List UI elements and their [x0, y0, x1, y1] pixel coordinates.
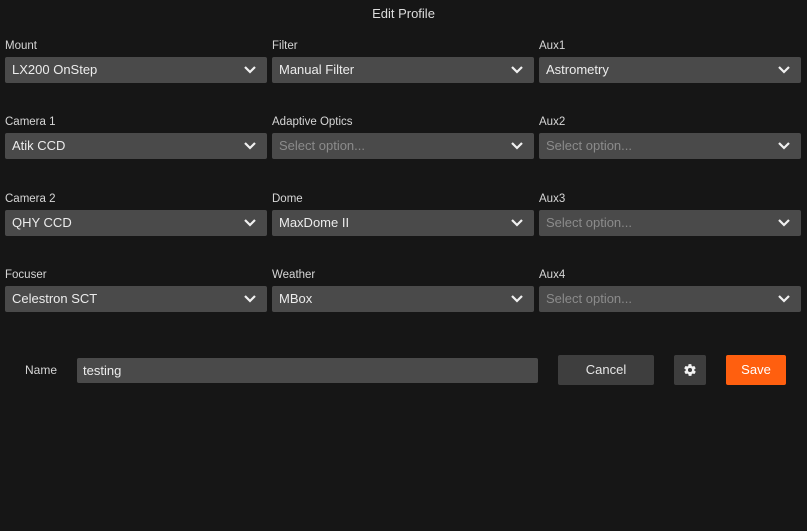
chevron-down-icon: [510, 65, 524, 75]
aux1-field: Aux1 Astrometry: [539, 40, 801, 83]
chevron-down-icon: [777, 294, 791, 304]
adaptive-optics-select[interactable]: Select option...: [272, 133, 534, 159]
save-button[interactable]: Save: [726, 355, 786, 385]
focuser-select-value: Celestron SCT: [12, 291, 98, 306]
dome-field: Dome MaxDome II: [272, 193, 534, 236]
edit-profile-page: Edit Profile Mount LX200 OnStep Camera 1…: [0, 0, 807, 531]
filter-select-value: Manual Filter: [279, 62, 355, 77]
aux4-select[interactable]: Select option...: [539, 286, 801, 312]
aux1-select-value: Astrometry: [546, 62, 609, 77]
focuser-select[interactable]: Celestron SCT: [5, 286, 267, 312]
mount-field: Mount LX200 OnStep: [5, 40, 267, 83]
adaptive-optics-field: Adaptive Optics Select option...: [272, 116, 534, 159]
camera2-select[interactable]: QHY CCD: [5, 210, 267, 236]
filter-select[interactable]: Manual Filter: [272, 57, 534, 83]
aux2-field: Aux2 Select option...: [539, 116, 801, 159]
weather-field: Weather MBox: [272, 269, 534, 312]
aux1-label: Aux1: [539, 40, 566, 52]
adaptive-optics-select-value: Select option...: [279, 138, 365, 153]
weather-label: Weather: [272, 269, 316, 281]
camera1-label: Camera 1: [5, 116, 56, 128]
aux1-select[interactable]: Astrometry: [539, 57, 801, 83]
settings-button[interactable]: [674, 355, 706, 385]
camera1-field: Camera 1 Atik CCD: [5, 116, 267, 159]
aux2-select-value: Select option...: [546, 138, 632, 153]
chevron-down-icon: [777, 141, 791, 151]
weather-select[interactable]: MBox: [272, 286, 534, 312]
page-title: Edit Profile: [372, 6, 435, 21]
mount-select[interactable]: LX200 OnStep: [5, 57, 267, 83]
aux3-label: Aux3: [539, 193, 566, 205]
dome-select-value: MaxDome II: [279, 215, 350, 230]
dome-label: Dome: [272, 193, 303, 205]
weather-select-value: MBox: [279, 291, 313, 306]
aux4-label: Aux4: [539, 269, 566, 281]
gear-icon: [683, 363, 697, 377]
chevron-down-icon: [243, 141, 257, 151]
aux2-label: Aux2: [539, 116, 566, 128]
cancel-button[interactable]: Cancel: [558, 355, 654, 385]
aux3-field: Aux3 Select option...: [539, 193, 801, 236]
camera1-select[interactable]: Atik CCD: [5, 133, 267, 159]
camera1-select-value: Atik CCD: [12, 138, 66, 153]
chevron-down-icon: [510, 294, 524, 304]
name-label: Name: [25, 363, 58, 377]
mount-label: Mount: [5, 40, 37, 52]
aux4-select-value: Select option...: [546, 291, 632, 306]
camera2-field: Camera 2 QHY CCD: [5, 193, 267, 236]
chevron-down-icon: [243, 65, 257, 75]
filter-field: Filter Manual Filter: [272, 40, 534, 83]
chevron-down-icon: [243, 294, 257, 304]
aux3-select-value: Select option...: [546, 215, 632, 230]
filter-label: Filter: [272, 40, 298, 52]
dome-select[interactable]: MaxDome II: [272, 210, 534, 236]
camera2-select-value: QHY CCD: [12, 215, 72, 230]
aux3-select[interactable]: Select option...: [539, 210, 801, 236]
camera2-label: Camera 2: [5, 193, 56, 205]
chevron-down-icon: [243, 218, 257, 228]
mount-select-value: LX200 OnStep: [12, 62, 98, 77]
chevron-down-icon: [777, 65, 791, 75]
chevron-down-icon: [510, 218, 524, 228]
adaptive-optics-label: Adaptive Optics: [272, 116, 353, 128]
chevron-down-icon: [510, 141, 524, 151]
focuser-label: Focuser: [5, 269, 47, 281]
aux2-select[interactable]: Select option...: [539, 133, 801, 159]
focuser-field: Focuser Celestron SCT: [5, 269, 267, 312]
profile-name-input[interactable]: [77, 358, 538, 383]
aux4-field: Aux4 Select option...: [539, 269, 801, 312]
chevron-down-icon: [777, 218, 791, 228]
